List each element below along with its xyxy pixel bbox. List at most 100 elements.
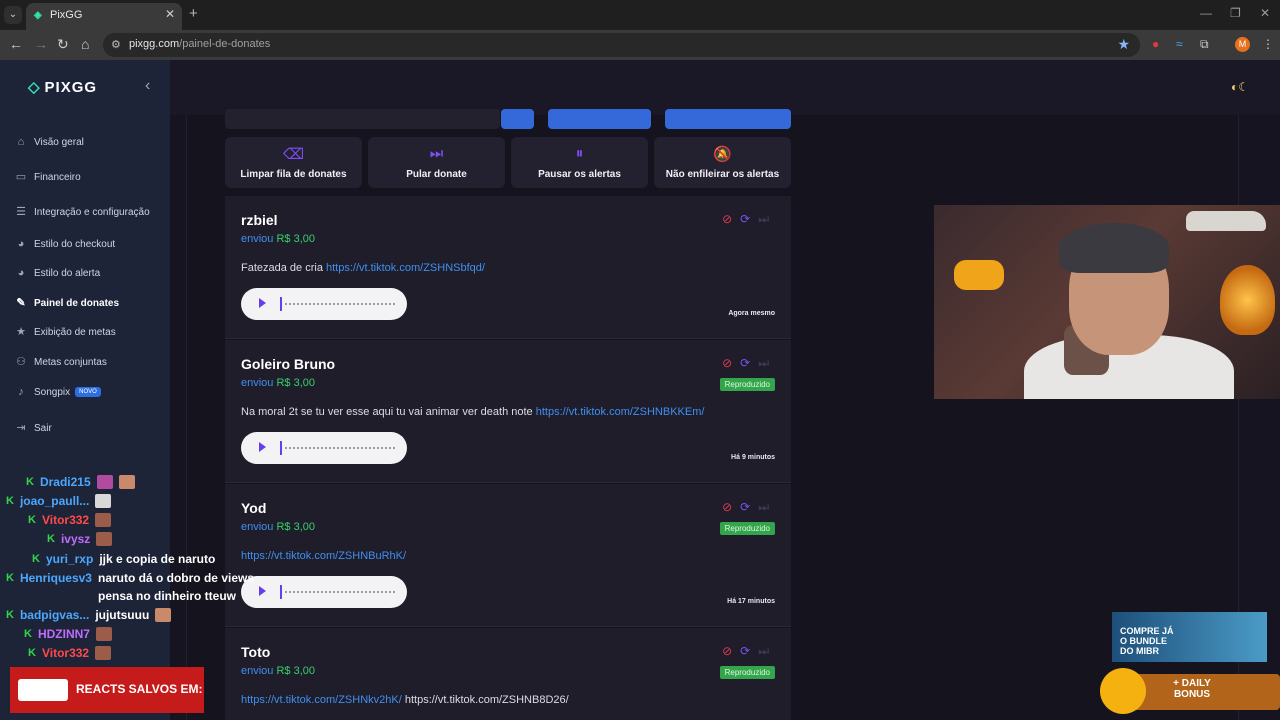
- tiktok-link[interactable]: https://vt.tiktok.com/ZSHNBKKEm/: [536, 406, 705, 418]
- chat-message: Kbadpigvas... jujutsuuu: [6, 608, 172, 622]
- skip-donate-button[interactable]: ⏭ Pular donate: [368, 137, 505, 188]
- tiktok-link[interactable]: https://vt.tiktok.com/ZSHNSbfqd/: [326, 262, 485, 274]
- logo-mark-icon: ◇: [28, 79, 41, 96]
- collapse-sidebar-icon[interactable]: ‹: [145, 77, 150, 95]
- streamer-cap: [1059, 223, 1169, 273]
- replay-icon[interactable]: ⟳: [740, 356, 750, 370]
- sidebar-item-songpix[interactable]: ♪ Songpix NOVO: [14, 382, 101, 402]
- waveform[interactable]: [285, 303, 395, 306]
- filter-button[interactable]: [501, 109, 534, 129]
- tab-title: PixGG: [50, 9, 83, 21]
- bell-off-icon: 🔕: [713, 146, 732, 163]
- play-icon[interactable]: [259, 442, 266, 452]
- url-input[interactable]: ⚙ pixgg.com/painel-de-donates ★: [103, 33, 1140, 57]
- sidebar-item-estilo-alerta[interactable]: ◕ Estilo do alerta: [14, 263, 100, 283]
- no-queue-alerts-button[interactable]: 🔕 Não enfileirar os alertas: [654, 137, 791, 188]
- play-icon[interactable]: [259, 298, 266, 308]
- sidebar-item-sair[interactable]: ⇥ Sair: [14, 418, 51, 438]
- skip-icon[interactable]: ⏭: [758, 500, 769, 514]
- home-icon: ⌂: [17, 136, 25, 148]
- browser-tab[interactable]: ◈ PixGG ✕: [26, 3, 182, 30]
- block-icon[interactable]: ⊘: [722, 356, 732, 370]
- pixgg-favicon-icon: ◈: [34, 10, 42, 21]
- block-icon[interactable]: ⊘: [722, 500, 732, 514]
- skip-icon[interactable]: ⏭: [758, 212, 769, 226]
- sidebar-item-visao-geral[interactable]: ⌂ Visão geral: [14, 132, 84, 152]
- channel-logo: [18, 679, 68, 701]
- pixgg-logo[interactable]: ◇ PIXGG: [28, 78, 97, 96]
- tiktok-link[interactable]: https://vt.tiktok.com/ZSHNkv2hK/: [241, 694, 402, 706]
- extensions-puzzle-icon[interactable]: ⧉: [1200, 37, 1209, 52]
- url-text: pixgg.com/painel-de-donates: [129, 38, 271, 50]
- audio-player[interactable]: [241, 576, 407, 608]
- control-button-2[interactable]: [665, 109, 791, 129]
- kick-badge-icon: K: [32, 553, 40, 565]
- music-icon: ♪: [18, 386, 24, 398]
- replay-icon[interactable]: ⟳: [740, 644, 750, 658]
- tab-search-button[interactable]: ⌄: [4, 6, 22, 24]
- bookmark-star-icon[interactable]: ★: [1117, 36, 1130, 53]
- minimize-button[interactable]: —: [1200, 6, 1212, 20]
- waveform[interactable]: [285, 591, 395, 594]
- sidebar-item-metas-conjuntas[interactable]: ⚇ Metas conjuntas: [14, 352, 107, 372]
- donation-amount-line: enviou R$ 3,00: [241, 377, 316, 389]
- donation-card: rzbiel enviou R$ 3,00 ⊘ ⟳ ⏭ Fatezada de …: [225, 196, 791, 339]
- new-tab-button[interactable]: +: [189, 5, 198, 22]
- replay-icon[interactable]: ⟳: [740, 500, 750, 514]
- extension-red-icon[interactable]: ●: [1152, 37, 1159, 51]
- window-close-button[interactable]: ✕: [1260, 6, 1270, 20]
- back-icon[interactable]: ←: [9, 36, 23, 52]
- chat-message: K Vitor332: [28, 646, 112, 660]
- emote-icon: [95, 513, 112, 527]
- block-icon[interactable]: ⊘: [722, 644, 732, 658]
- replay-icon[interactable]: ⟳: [740, 212, 750, 226]
- control-button-1[interactable]: [548, 109, 651, 129]
- forward-icon[interactable]: →: [34, 36, 48, 52]
- audio-player[interactable]: [241, 432, 407, 464]
- skip-icon[interactable]: ⏭: [758, 644, 769, 658]
- chat-message: K HDZINN7: [24, 627, 112, 641]
- extension-wave-icon[interactable]: ≈: [1176, 37, 1183, 51]
- profile-avatar[interactable]: M: [1235, 37, 1250, 52]
- theme-toggle-icon[interactable]: ◐☾: [1231, 80, 1249, 94]
- chat-message-continuation: pensa no dinheiro tteuw: [98, 589, 237, 603]
- clear-queue-button[interactable]: ⌫ Limpar fila de donates: [225, 137, 362, 188]
- donation-time: Agora mesmo: [728, 310, 775, 317]
- tiktok-link[interactable]: https://vt.tiktok.com/ZSHNBuRhK/: [241, 550, 406, 562]
- emote-icon: [96, 475, 113, 489]
- play-icon[interactable]: [259, 586, 266, 596]
- mibr-promo-banner: COMPRE JÁ O BUNDLE DO MIBR: [1112, 612, 1267, 662]
- kick-badge-icon: K: [28, 514, 36, 526]
- status-badge: Reproduzido: [719, 522, 775, 535]
- sidebar-item-painel-donates[interactable]: ✎ Painel de donates: [14, 293, 119, 313]
- chat-message: Kjoao_paull...: [6, 494, 112, 508]
- tab-close-icon[interactable]: ✕: [165, 7, 175, 21]
- chat-message: K Dradi215: [26, 475, 135, 489]
- audio-player[interactable]: [241, 288, 407, 320]
- card-actions: ⊘ ⟳ ⏭: [722, 356, 769, 370]
- browser-menu-icon[interactable]: ⋮: [1262, 37, 1274, 51]
- filter-input[interactable]: [225, 109, 500, 129]
- donation-message: Na moral 2t se tu ver esse aqui tu vai a…: [241, 406, 705, 418]
- sidebar-item-financeiro[interactable]: ▭ Financeiro: [14, 167, 81, 187]
- home-icon[interactable]: ⌂: [81, 36, 89, 52]
- palette-icon: ◕: [17, 267, 25, 279]
- reload-icon[interactable]: ↻: [57, 36, 69, 53]
- sidebar-item-estilo-checkout[interactable]: ◕ Estilo do checkout: [14, 234, 116, 254]
- site-info-icon[interactable]: ⚙: [111, 38, 121, 51]
- block-icon[interactable]: ⊘: [722, 212, 732, 226]
- sidebar-item-exibicao-metas[interactable]: ★ Exibição de metas: [14, 322, 116, 342]
- skip-icon[interactable]: ⏭: [758, 356, 769, 370]
- pause-alerts-button[interactable]: ⏸ Pausar os alertas: [511, 137, 648, 188]
- kick-badge-icon: K: [6, 572, 14, 584]
- playhead: [280, 297, 282, 311]
- donation-amount-line: enviou R$ 3,00: [241, 521, 316, 533]
- chat-message: Kyuri_rxp jjk e copia de naruto: [32, 552, 216, 566]
- lamp-left: [954, 260, 1004, 290]
- card-actions: ⊘ ⟳ ⏭: [722, 212, 769, 226]
- waveform[interactable]: [285, 447, 395, 450]
- donor-name: Yod: [241, 500, 267, 516]
- sidebar-item-integracao[interactable]: ☰ Integração e configuração: [14, 202, 150, 222]
- donation-amount-line: enviou R$ 3,00: [241, 233, 316, 245]
- restore-button[interactable]: ❐: [1230, 6, 1241, 20]
